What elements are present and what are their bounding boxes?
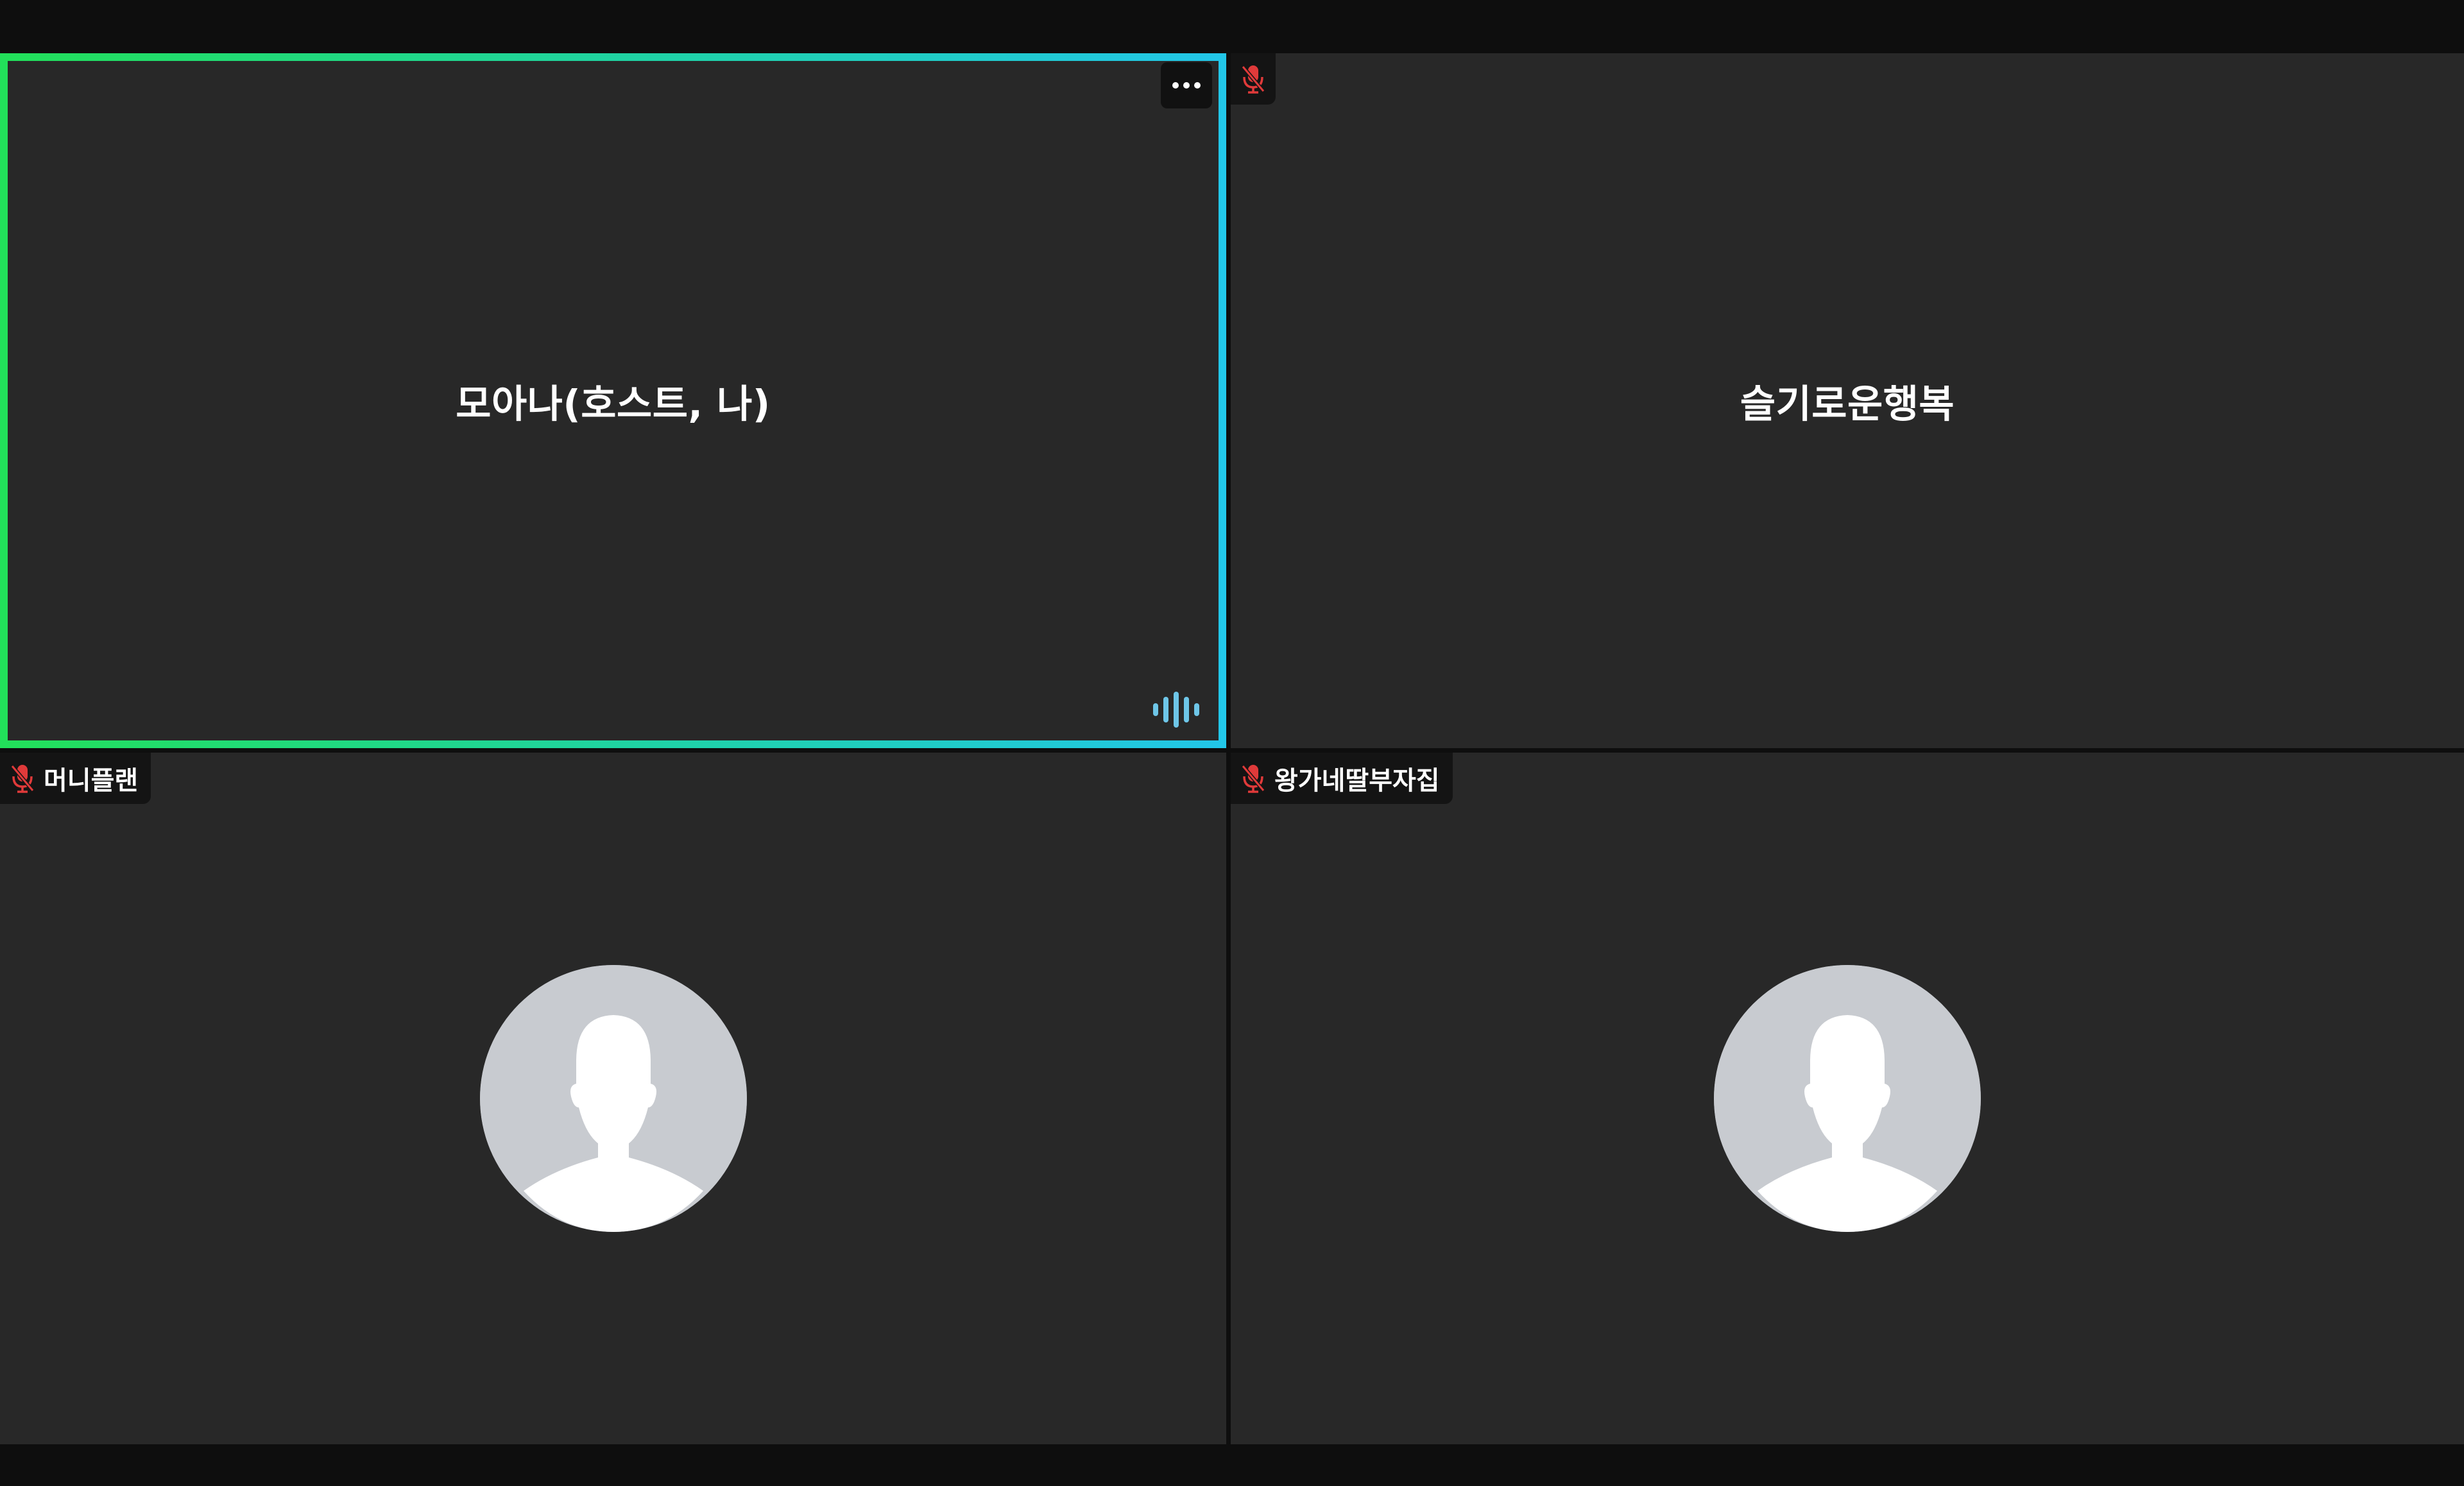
participant-name: 슬기로운행복 [1740,382,1955,427]
participant-tile[interactable]: 슬기로운행복 [1231,53,2464,748]
participant-name-chip: 머니플랜 [0,753,151,804]
participant-tile[interactable]: 머니플랜 [0,753,1226,1444]
participant-name: 머니플랜 [44,766,139,796]
mic-off-icon [1241,765,1265,793]
participant-tile-host[interactable]: 모아나(호스트, 나) [0,53,1226,748]
more-options-icon-dot [1194,82,1201,89]
default-person-avatar [1714,965,1981,1232]
participant-name-chip: 왕가네딸부자집 [1231,753,1453,804]
default-person-avatar [479,965,747,1232]
participant-name: 모아나(호스트, 나) [456,382,771,427]
more-options-icon-dot [1183,82,1190,89]
more-options-button[interactable] [1161,62,1212,108]
mic-off-icon [10,765,35,793]
audio-level-icon [1153,692,1199,728]
video-gallery: 모아나(호스트, 나) 슬기로운행복 머니플랜 왕가네딸부자집 [0,0,2464,1486]
mic-off-icon [1241,65,1265,94]
more-options-icon [1172,82,1179,89]
participant-tile[interactable]: 왕가네딸부자집 [1231,753,2464,1444]
participant-name: 왕가네딸부자집 [1274,766,1440,796]
participant-status-chip [1231,53,1276,105]
